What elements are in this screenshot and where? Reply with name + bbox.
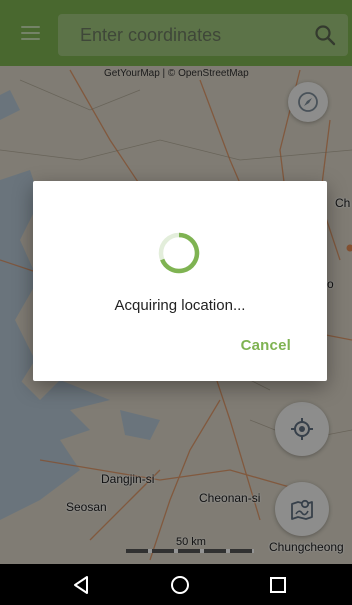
cancel-button[interactable]: Cancel [241, 337, 291, 354]
dialog-message: Acquiring location... [114, 297, 246, 314]
loading-spinner-icon [158, 232, 200, 274]
acquiring-location-dialog: Acquiring location... Cancel [33, 181, 327, 381]
back-icon[interactable] [70, 574, 92, 596]
recents-icon[interactable] [267, 574, 289, 596]
system-nav-bar [0, 564, 352, 605]
home-icon[interactable] [169, 574, 191, 596]
